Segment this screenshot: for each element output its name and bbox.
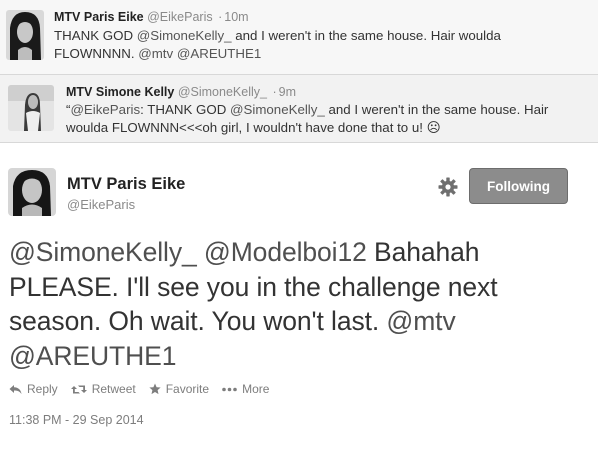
favorite-button[interactable]: Favorite (149, 382, 209, 396)
text-segment: : THANK GOD (140, 102, 230, 117)
author-handle[interactable]: @EikeParis (67, 197, 135, 212)
tweet-actions: Reply Retweet Favorite More (9, 382, 282, 396)
tweet-timestamp[interactable]: 11:38 PM - 29 Sep 2014 (9, 413, 144, 427)
mention-link[interactable]: @SimoneKelly_ (137, 28, 232, 43)
tweet-time[interactable]: 10m (224, 10, 248, 24)
tweet-header: MTV Paris Eike @EikeParis · 10m (54, 10, 249, 24)
mention-link[interactable]: @mtv (138, 46, 173, 61)
text-segment: THANK GOD (54, 28, 137, 43)
retweet-icon (70, 385, 87, 393)
retweet-button[interactable]: Retweet (70, 382, 136, 396)
favorite-label: Favorite (165, 382, 210, 396)
tweet-text: “@EikeParis: THANK GOD @SimoneKelly_ and… (66, 101, 586, 136)
more-button[interactable]: More (222, 382, 269, 396)
text-segment (197, 237, 204, 267)
star-icon (149, 383, 161, 395)
tweet-item[interactable]: MTV Paris Eike @EikeParis · 10m THANK GOD… (0, 0, 598, 75)
tweet-header: MTV Simone Kelly @SimoneKelly_ · 9m (66, 85, 296, 99)
author-handle[interactable]: @EikeParis (147, 10, 213, 24)
author-name[interactable]: MTV Paris Eike (67, 175, 185, 194)
avatar[interactable] (8, 85, 54, 131)
author-name[interactable]: MTV Paris Eike (54, 10, 144, 24)
tweet-time[interactable]: 9m (279, 85, 296, 99)
following-button[interactable]: Following (469, 168, 568, 204)
tweet-item[interactable]: MTV Simone Kelly @SimoneKelly_ · 9m “@Eik… (0, 75, 598, 143)
retweet-label: Retweet (91, 382, 136, 396)
mention-link[interactable]: @mtv (386, 306, 455, 336)
reply-button[interactable]: Reply (9, 382, 58, 396)
gear-icon[interactable] (437, 176, 459, 198)
author-name[interactable]: MTV Simone Kelly (66, 85, 174, 99)
avatar[interactable] (6, 10, 44, 60)
mention-link[interactable]: @SimoneKelly_ (9, 237, 197, 267)
mention-link[interactable]: @SimoneKelly_ (230, 102, 325, 117)
author-handle[interactable]: @SimoneKelly_ (178, 85, 267, 99)
main-tweet: MTV Paris Eike @EikeParis Following @Sim… (0, 143, 598, 452)
more-label: More (242, 382, 270, 396)
reply-icon (9, 384, 22, 394)
reply-label: Reply (27, 382, 58, 396)
tweet-text: THANK GOD @SimoneKelly_ and I weren't in… (54, 27, 574, 62)
avatar[interactable] (8, 168, 56, 216)
more-icon (222, 387, 237, 391)
mention-link[interactable]: @Modelboi12 (204, 237, 367, 267)
tweet-text: @SimoneKelly_ @Modelboi12 Bahahah PLEASE… (9, 235, 579, 373)
separator-dot: · (218, 10, 223, 24)
separator-dot: · (272, 85, 277, 99)
mention-link[interactable]: @AREUTHE1 (9, 341, 176, 371)
mention-link[interactable]: @EikeParis (70, 102, 140, 117)
mention-link[interactable]: @AREUTHE1 (177, 46, 261, 61)
